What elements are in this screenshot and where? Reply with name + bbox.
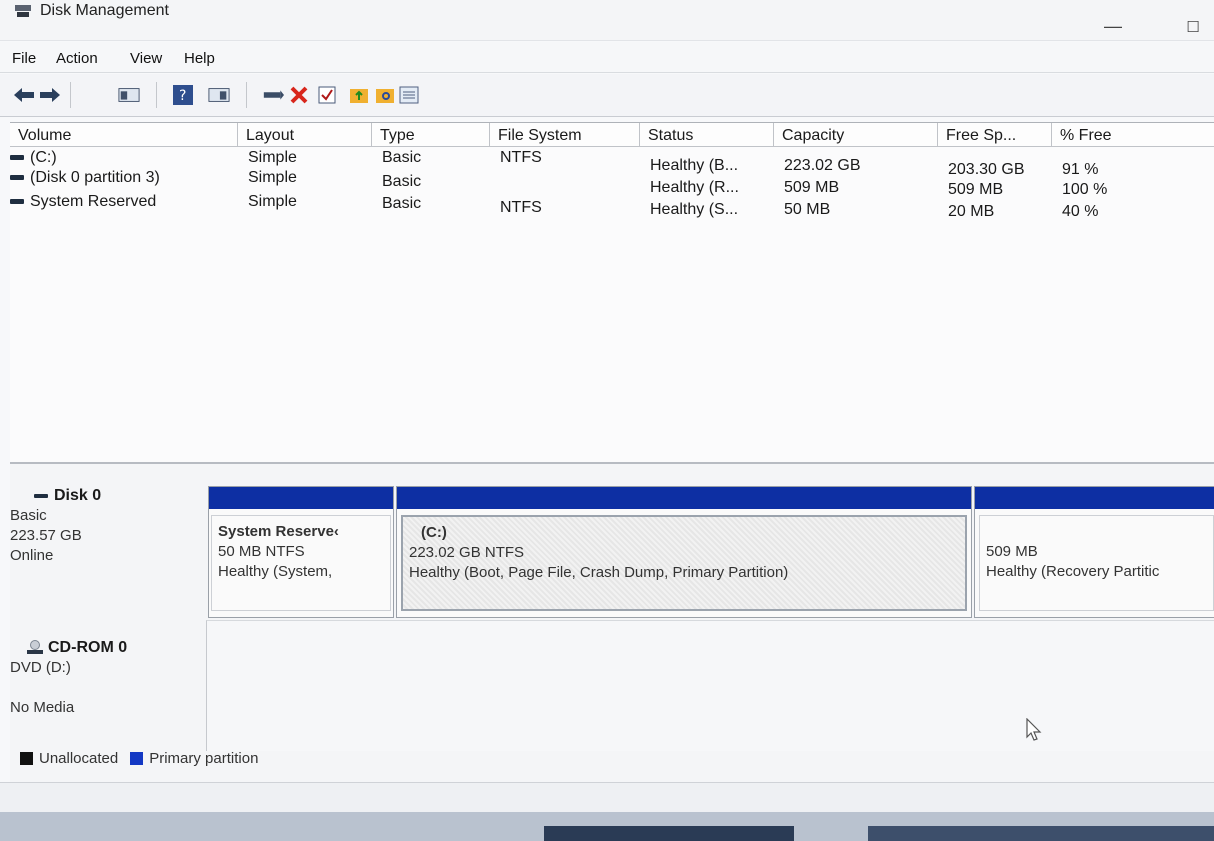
delete-icon[interactable] xyxy=(288,84,310,106)
capacity-cell: 50 MB xyxy=(784,201,831,218)
disk-type: DVD (D:) xyxy=(10,659,71,676)
search-folder-icon[interactable] xyxy=(374,84,396,106)
disk-size: 223.57 GB xyxy=(10,527,82,544)
pct-free-cell: 40 % xyxy=(1062,203,1099,220)
volume-cell: (C:) xyxy=(10,149,57,167)
help-icon[interactable]: ? xyxy=(172,84,194,106)
legend: Unallocated Primary partition xyxy=(20,750,258,767)
minimize-button[interactable]: — xyxy=(1098,16,1128,37)
disk-icon xyxy=(34,493,48,498)
svg-text:?: ? xyxy=(179,88,186,104)
cdrom-area[interactable] xyxy=(206,620,1214,751)
column-volume[interactable]: Volume xyxy=(10,123,238,147)
volume-icon xyxy=(10,199,24,205)
menu-help[interactable]: Help xyxy=(184,50,215,67)
partition-recovery[interactable]: 509 MB Healthy (Recovery Partitic xyxy=(974,486,1214,618)
column-status[interactable]: Status xyxy=(640,123,774,147)
partition-title: System Reserve‹ xyxy=(218,523,339,540)
status-cell: Healthy (R... xyxy=(650,179,739,196)
disk-management-window: Disk Management — ☐ File Action View Hel… xyxy=(0,0,1214,813)
legend-unallocated: Unallocated xyxy=(39,750,119,767)
connect-icon[interactable] xyxy=(262,84,284,106)
disk-state: Online xyxy=(10,547,54,564)
partition-status: Healthy (Recovery Partitic xyxy=(986,563,1160,580)
taskbar-app[interactable] xyxy=(868,826,1214,841)
volume-cell: System Reserved xyxy=(10,193,156,211)
back-arrow-icon[interactable] xyxy=(14,84,36,106)
console-tree-icon[interactable] xyxy=(118,84,140,106)
free-cell: 203.30 GB xyxy=(948,161,1025,178)
mouse-cursor-icon xyxy=(1026,718,1042,741)
disk-state: No Media xyxy=(10,699,75,716)
partition-size: 223.02 GB NTFS xyxy=(409,544,525,561)
volume-list: Volume Layout Type File System Status Ca… xyxy=(10,122,1214,463)
volume-cell: (Disk 0 partition 3) xyxy=(10,169,160,187)
column-free-space[interactable]: Free Sp... xyxy=(938,123,1052,147)
window-title: Disk Management xyxy=(40,2,169,19)
capacity-cell: 223.02 GB xyxy=(784,157,861,174)
volume-icon xyxy=(10,155,24,161)
disk-type: Basic xyxy=(10,507,47,524)
column-percent-free[interactable]: % Free xyxy=(1052,123,1214,147)
disk-management-icon xyxy=(15,5,31,17)
volume-icon xyxy=(10,175,24,181)
menu-bar: File Action View Help xyxy=(0,42,1214,73)
menu-view[interactable]: View xyxy=(130,50,162,67)
type-cell: Basic xyxy=(382,149,422,166)
menu-action[interactable]: Action xyxy=(56,50,98,67)
column-layout[interactable]: Layout xyxy=(238,123,372,147)
capacity-cell: 509 MB xyxy=(784,179,840,196)
details-list-icon[interactable] xyxy=(398,84,420,106)
type-cell: Basic xyxy=(382,173,422,190)
status-cell: Healthy (S... xyxy=(650,201,739,218)
cdrom-0-label[interactable]: CD-ROM 0 DVD (D:) No Media xyxy=(10,638,210,718)
open-folder-icon[interactable] xyxy=(348,84,370,106)
layout-cell: Simple xyxy=(248,193,297,210)
disk-name: Disk 0 xyxy=(54,487,102,504)
free-cell: 20 MB xyxy=(948,203,995,220)
pct-free-cell: 91 % xyxy=(1062,161,1099,178)
type-cell: Basic xyxy=(382,195,422,212)
partition-system-reserved[interactable]: System Reserve‹ 50 MB NTFS Healthy (Syst… xyxy=(208,486,394,618)
layout-cell: Simple xyxy=(248,169,297,186)
maximize-button[interactable]: ☐ xyxy=(1178,18,1208,36)
primary-partition-bar xyxy=(397,487,971,509)
unallocated-swatch xyxy=(20,752,33,765)
legend-primary-partition: Primary partition xyxy=(149,750,259,767)
partition-size: 509 MB xyxy=(986,543,1038,560)
primary-partition-bar xyxy=(209,487,393,509)
disk-0-label[interactable]: Disk 0 Basic 223.57 GB Online xyxy=(10,486,210,566)
show-pane-icon[interactable] xyxy=(208,84,230,106)
menu-file[interactable]: File xyxy=(12,50,36,67)
column-file-system[interactable]: File System xyxy=(490,123,640,147)
title-bar: Disk Management — ☐ xyxy=(0,0,1214,41)
toolbar: ? xyxy=(0,74,1214,117)
taskbar-app[interactable] xyxy=(544,826,794,841)
partition-size: 50 MB NTFS xyxy=(218,543,305,560)
partition-status: Healthy (System, xyxy=(218,563,333,580)
partition-status: Healthy (Boot, Page File, Crash Dump, Pr… xyxy=(409,564,789,581)
properties-check-icon[interactable] xyxy=(316,84,338,106)
partition-title: (C:) xyxy=(421,524,447,541)
status-bar xyxy=(0,782,1214,813)
column-capacity[interactable]: Capacity xyxy=(774,123,938,147)
layout-cell: Simple xyxy=(248,149,297,166)
fs-cell: NTFS xyxy=(500,149,542,166)
taskbar xyxy=(0,812,1214,841)
cd-drive-icon xyxy=(27,639,43,654)
status-cell: Healthy (B... xyxy=(650,157,739,174)
primary-partition-swatch xyxy=(130,752,144,765)
fs-cell: NTFS xyxy=(500,199,542,216)
free-cell: 509 MB xyxy=(948,181,1004,198)
column-type[interactable]: Type xyxy=(372,123,490,147)
disk-name: CD-ROM 0 xyxy=(48,639,128,656)
primary-partition-bar xyxy=(975,487,1214,509)
pct-free-cell: 100 % xyxy=(1062,181,1108,198)
forward-arrow-icon[interactable] xyxy=(38,84,60,106)
partition-c[interactable]: (C:) 223.02 GB NTFS Healthy (Boot, Page … xyxy=(396,486,972,618)
